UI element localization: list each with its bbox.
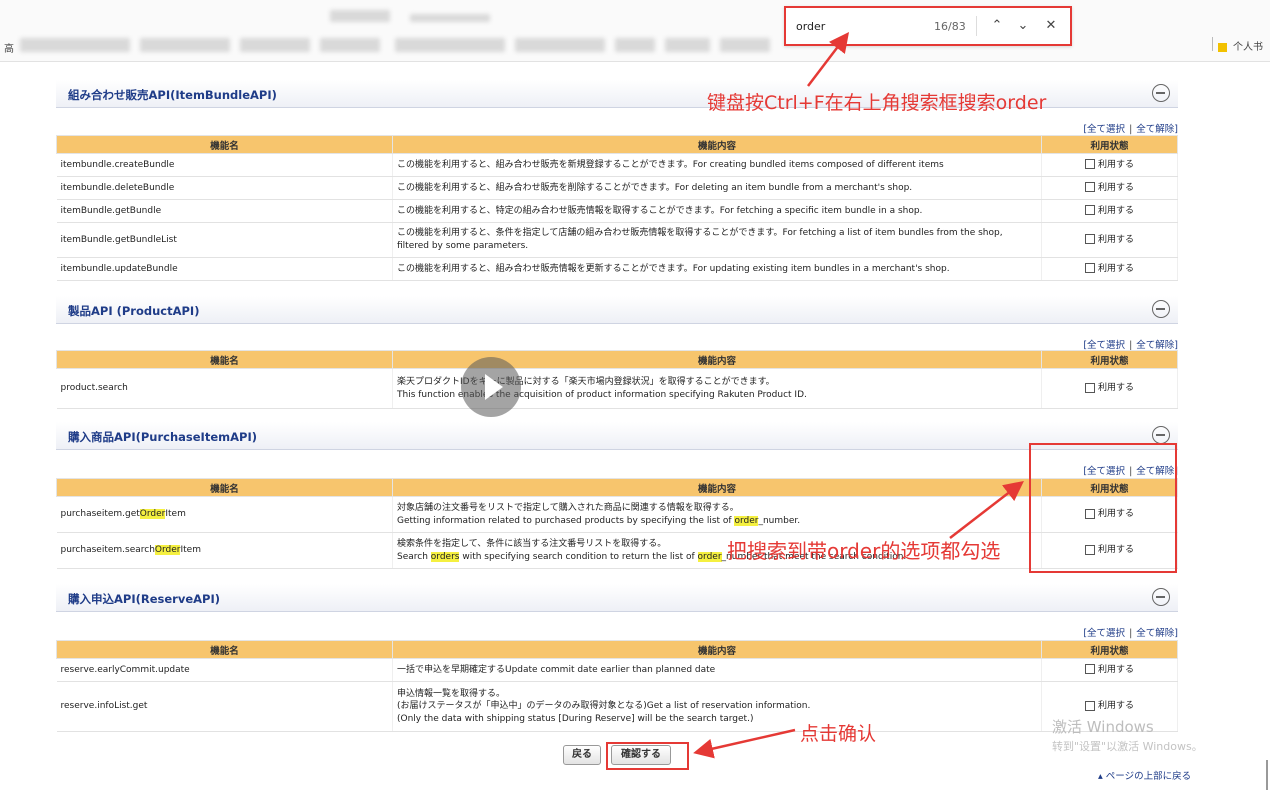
windows-watermark-sub: 转到"设置"以激活 Windows。 [1052,740,1203,753]
arrow-to-confirm [693,728,796,759]
arrow-to-checkboxes [949,480,1024,539]
annotation-arrows [693,32,1024,759]
windows-watermark-title: 激活 Windows [1052,718,1154,736]
arrow-to-findbar [807,32,850,87]
page-top-label: ページの上部に戻る [1105,771,1192,782]
scrollbar[interactable] [1266,760,1268,790]
page-top-link[interactable]: ▴ ページの上部に戻る [1098,768,1191,782]
